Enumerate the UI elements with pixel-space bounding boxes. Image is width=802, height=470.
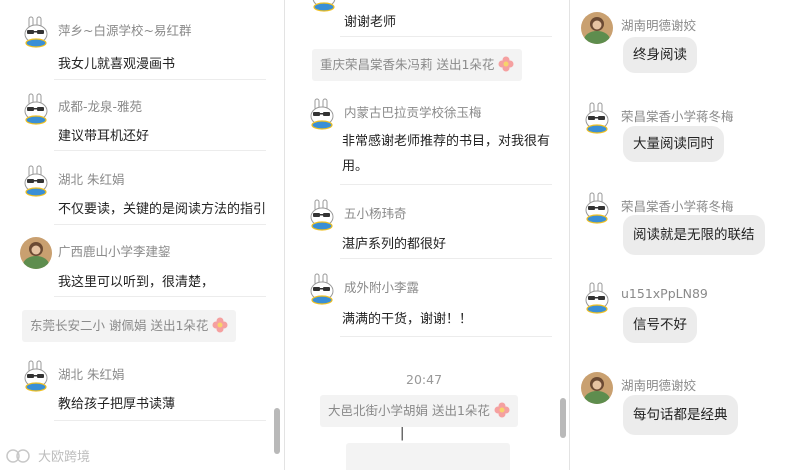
message-text: 建议带耳机还好	[58, 129, 150, 144]
rabbit-avatar-icon[interactable]	[581, 282, 613, 314]
panel-divider	[284, 0, 285, 470]
divider	[54, 224, 266, 225]
sender-name: 内蒙古巴拉贡学校徐玉梅	[344, 105, 482, 120]
photo-avatar-icon[interactable]	[581, 372, 613, 404]
divider	[54, 296, 266, 297]
flower-icon	[498, 56, 514, 72]
message-text: 满满的干货，谢谢！！	[342, 312, 473, 327]
message-text: 不仅要读，关键的是阅读方法的指引	[58, 202, 267, 217]
message-text: 我女儿就喜观漫画书	[58, 57, 176, 72]
message-text: 教给孩子把厚书读薄	[58, 397, 176, 412]
flower-icon	[494, 402, 510, 418]
message-bubble: 阅读就是无限的联结	[623, 215, 765, 255]
sender-name: 湖北 朱红娟	[58, 367, 125, 382]
chat-panel-right: 湖南明德谢姣 终身阅读 荣昌棠香小学蒋冬梅 大量阅读同时 荣昌棠香小学蒋冬梅 阅…	[571, 0, 802, 470]
sender-name: 五小杨玮奇	[344, 206, 407, 221]
gift-notice: 重庆荣昌棠香朱冯莉 送出1朵花	[312, 49, 523, 81]
message-bubble: 终身阅读	[623, 37, 697, 73]
sender-name: 湖南明德谢姣	[621, 18, 697, 33]
sender-name: 荣昌棠香小学蒋冬梅	[621, 109, 734, 124]
text-cursor: |	[400, 426, 405, 441]
divider	[340, 336, 552, 337]
gift-notice: 大邑北街小学胡娟 送出1朵花	[320, 395, 518, 427]
divider	[54, 150, 266, 151]
sender-name: 广西鹿山小学李建鋆	[58, 244, 171, 259]
message-bubble: 大量阅读同时	[623, 126, 724, 162]
message-text: 非常感谢老师推荐的书目，对我很有用。	[342, 134, 551, 174]
flower-icon	[212, 317, 228, 333]
divider	[340, 258, 552, 259]
divider	[54, 79, 266, 80]
scrollbar-thumb[interactable]	[560, 398, 566, 438]
gift-notice: 东莞长安二小 谢佩娟 送出1朵花	[22, 310, 237, 342]
chat-panel-middle: 谢谢老师 重庆荣昌棠香朱冯莉 送出1朵花 内蒙古巴拉贡学校徐玉梅 非常感谢老师推…	[288, 0, 568, 470]
sender-name: 萍乡~白源学校~易红群	[58, 23, 192, 38]
photo-avatar-icon[interactable]	[581, 12, 613, 44]
message-text: 谢谢老师	[344, 15, 397, 30]
message-text: 湛庐系列的都很好	[342, 237, 447, 252]
rabbit-avatar-icon[interactable]	[20, 93, 52, 125]
message-bubble: 信号不好	[623, 307, 697, 343]
gift-notice-text: 东莞长安二小 谢佩娟 送出1朵花	[30, 318, 209, 333]
watermark-logo-icon	[6, 449, 30, 463]
rabbit-avatar-icon[interactable]	[306, 98, 338, 130]
rabbit-avatar-icon[interactable]	[20, 165, 52, 197]
rabbit-avatar-icon[interactable]	[308, 0, 340, 12]
chat-panel-left: 萍乡~白源学校~易红群 我女儿就喜观漫画书 成都-龙泉-雅苑 建议带耳机还好 湖…	[0, 0, 283, 470]
rabbit-avatar-icon[interactable]	[581, 192, 613, 224]
rabbit-avatar-icon[interactable]	[306, 273, 338, 305]
sender-name: 湖北 朱红娟	[58, 172, 125, 187]
message-text: 我这里可以听到，很清楚，	[58, 275, 215, 290]
rabbit-avatar-icon[interactable]	[20, 16, 52, 48]
message-bubble: 每句话都是经典	[623, 395, 738, 435]
timestamp: 20:47	[406, 372, 443, 387]
divider	[340, 36, 552, 37]
watermark-text: 大欧跨境	[38, 450, 91, 465]
rabbit-avatar-icon[interactable]	[581, 102, 613, 134]
scrollbar-thumb[interactable]	[274, 408, 280, 454]
rabbit-avatar-icon[interactable]	[306, 199, 338, 231]
photo-avatar-icon[interactable]	[20, 237, 52, 269]
divider	[340, 184, 552, 185]
panel-divider	[569, 0, 570, 470]
partial-notice	[346, 443, 510, 470]
sender-name: u151xPpLN89	[621, 286, 708, 301]
sender-name: 成都-龙泉-雅苑	[58, 99, 143, 114]
rabbit-avatar-icon[interactable]	[20, 360, 52, 392]
sender-name: 荣昌棠香小学蒋冬梅	[621, 199, 734, 214]
sender-name: 成外附小李露	[344, 280, 420, 295]
divider	[54, 420, 266, 421]
gift-notice-text: 大邑北街小学胡娟 送出1朵花	[328, 403, 490, 418]
sender-name: 湖南明德谢姣	[621, 378, 697, 393]
gift-notice-text: 重庆荣昌棠香朱冯莉 送出1朵花	[320, 57, 495, 72]
